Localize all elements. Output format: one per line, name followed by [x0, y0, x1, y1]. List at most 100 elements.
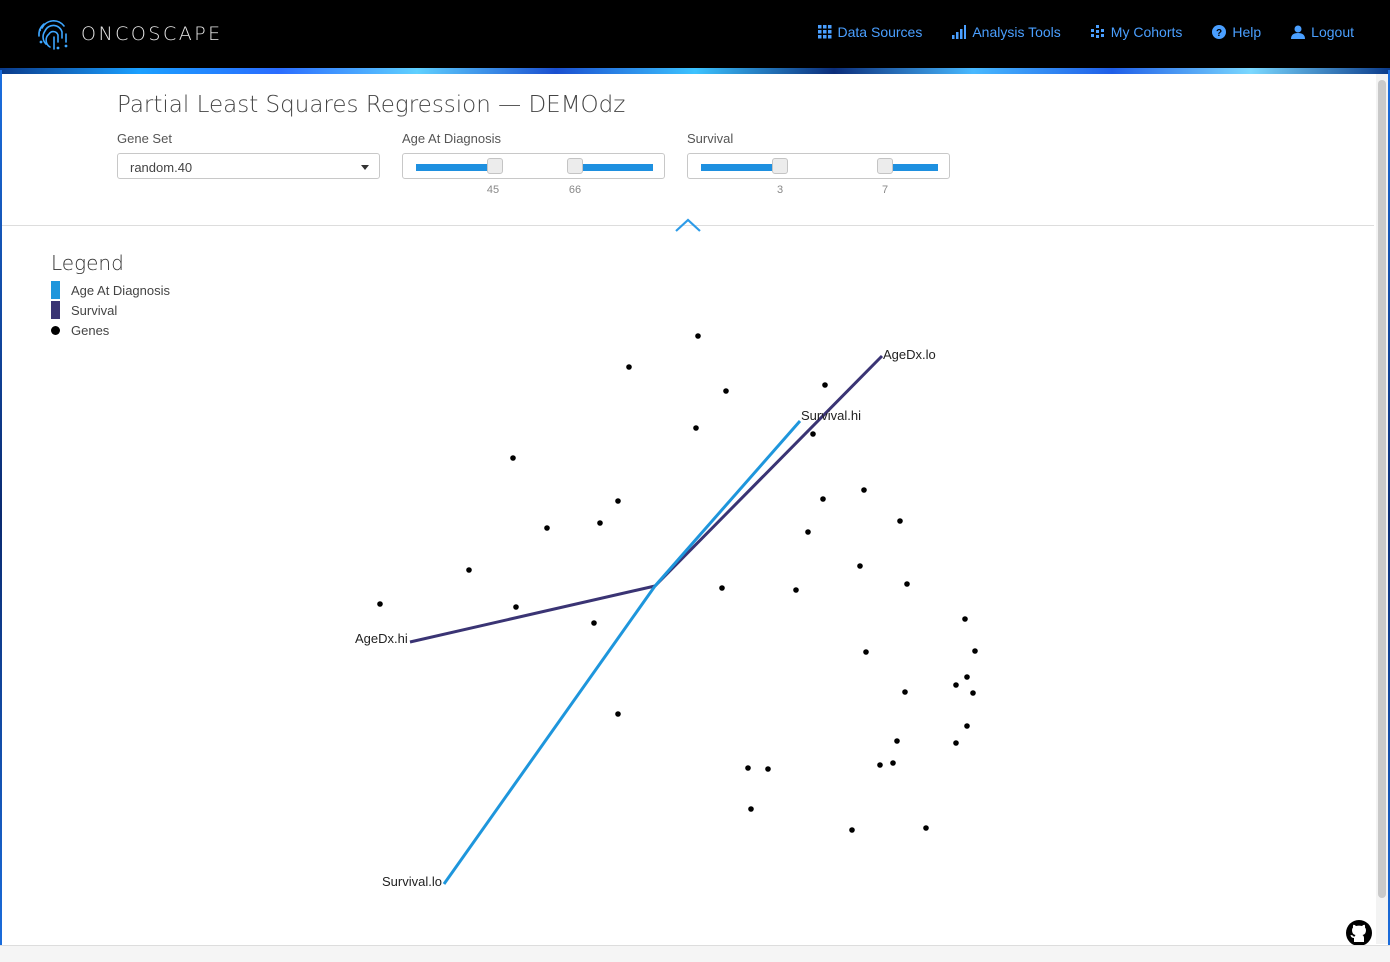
chevron-up-icon[interactable]: [674, 216, 702, 234]
nav-my-cohorts[interactable]: My Cohorts: [1090, 24, 1183, 40]
nav-label: Data Sources: [837, 24, 923, 40]
age-range-slider[interactable]: [402, 153, 665, 179]
grid-icon: [817, 25, 832, 39]
gene-point[interactable]: [615, 498, 621, 504]
gene-point[interactable]: [904, 581, 910, 587]
gene-point[interactable]: [822, 382, 828, 388]
legend-swatch-age: [51, 281, 60, 299]
left-glow: [0, 70, 2, 961]
gene-point[interactable]: [591, 620, 597, 626]
gene-point[interactable]: [964, 674, 970, 680]
gene-point[interactable]: [953, 682, 959, 688]
gene-point[interactable]: [810, 431, 816, 437]
svg-text:?: ?: [1216, 28, 1222, 39]
age-low-handle[interactable]: [487, 158, 503, 174]
gene-point[interactable]: [902, 689, 908, 695]
label-survival-hi: Survival.hi: [801, 408, 861, 423]
legend-label-survival: Survival: [71, 302, 118, 318]
survival-low-value: 3: [776, 184, 784, 196]
nav-help[interactable]: ? Help: [1212, 24, 1261, 40]
legend-label-genes: Genes: [71, 323, 110, 338]
gene-point[interactable]: [923, 825, 929, 831]
age-high-handle[interactable]: [567, 158, 583, 174]
survival-label: Survival: [687, 131, 734, 146]
scrollbar-thumb[interactable]: [1378, 80, 1386, 898]
gene-point[interactable]: [805, 529, 811, 535]
gene-point[interactable]: [544, 525, 550, 531]
vector-agedx-hi: [409, 584, 656, 644]
gene-point[interactable]: [972, 648, 978, 654]
legend-title: Legend: [51, 251, 124, 275]
user-icon: [1291, 25, 1306, 39]
survival-range-bar-low: [701, 164, 781, 171]
label-agedx-lo: AgeDx.lo: [883, 347, 936, 362]
question-icon: ?: [1212, 25, 1227, 39]
gene-point[interactable]: [877, 762, 883, 768]
app-logo[interactable]: ONCOSCAPE: [36, 14, 223, 54]
legend-item-genes: Genes: [51, 323, 109, 338]
vector-survival-hi: [653, 420, 802, 587]
nav-label: My Cohorts: [1110, 24, 1183, 40]
github-icon[interactable]: [1345, 919, 1373, 947]
legend-label-age: Age At Diagnosis: [71, 282, 171, 298]
gene-point[interactable]: [719, 585, 725, 591]
gene-point[interactable]: [510, 455, 516, 461]
gene-point[interactable]: [723, 388, 729, 394]
main-nav: Data Sources Analysis Tools My Cohorts ?…: [817, 24, 1354, 40]
gene-point[interactable]: [626, 364, 632, 370]
gene-point[interactable]: [765, 766, 771, 772]
top-navbar: ONCOSCAPE Data Sources Analysis Tools My…: [0, 0, 1390, 70]
label-survival-lo: Survival.lo: [382, 874, 442, 889]
gene-point[interactable]: [863, 649, 869, 655]
gene-point[interactable]: [820, 496, 826, 502]
gene-point[interactable]: [894, 738, 900, 744]
gene-point[interactable]: [745, 765, 751, 771]
caret-down-icon: [361, 165, 369, 170]
legend-item-age: Age At Diagnosis: [51, 281, 170, 299]
vector-agedx-lo: [653, 354, 884, 588]
gene-point[interactable]: [970, 690, 976, 696]
gene-point[interactable]: [597, 520, 603, 526]
gene-point[interactable]: [693, 425, 699, 431]
legend-swatch-survival: [51, 301, 60, 319]
gene-point[interactable]: [857, 563, 863, 569]
age-label: Age At Diagnosis: [402, 131, 502, 146]
app-name: ONCOSCAPE: [81, 23, 223, 45]
nav-data-sources[interactable]: Data Sources: [817, 24, 923, 40]
nav-label: Analysis Tools: [972, 24, 1061, 40]
gene-point[interactable]: [466, 567, 472, 573]
legend-item-survival: Survival: [51, 301, 117, 319]
gene-set-value: random.40: [130, 160, 193, 175]
age-low-value: 45: [486, 184, 500, 196]
gene-point[interactable]: [962, 616, 968, 622]
bar-chart-icon: [952, 25, 967, 39]
gene-point[interactable]: [695, 333, 701, 339]
gene-point[interactable]: [793, 587, 799, 593]
gene-point[interactable]: [861, 487, 867, 493]
survival-range-slider[interactable]: [687, 153, 950, 179]
cohort-icon: [1090, 25, 1104, 38]
gene-point[interactable]: [897, 518, 903, 524]
gene-point[interactable]: [748, 806, 754, 812]
vector-survival-lo: [442, 585, 657, 885]
age-range-bar-low: [416, 164, 496, 171]
survival-high-handle[interactable]: [877, 158, 893, 174]
age-range-bar-high: [575, 164, 653, 171]
nav-analysis-tools[interactable]: Analysis Tools: [952, 24, 1061, 40]
gene-point[interactable]: [377, 601, 383, 607]
fingerprint-icon: [38, 20, 68, 50]
nav-label: Help: [1232, 24, 1262, 40]
gene-set-select[interactable]: random.40: [117, 153, 380, 179]
gene-point[interactable]: [953, 740, 959, 746]
gene-point[interactable]: [890, 760, 896, 766]
nav-label: Logout: [1311, 24, 1354, 40]
gene-point[interactable]: [849, 827, 855, 833]
survival-low-handle[interactable]: [772, 158, 788, 174]
gene-point[interactable]: [513, 604, 519, 610]
gene-point[interactable]: [615, 711, 621, 717]
survival-high-value: 7: [881, 184, 889, 196]
nav-logout[interactable]: Logout: [1291, 24, 1354, 40]
legend-dot-genes: [51, 326, 60, 335]
gene-point[interactable]: [964, 723, 970, 729]
age-high-value: 66: [568, 184, 582, 196]
